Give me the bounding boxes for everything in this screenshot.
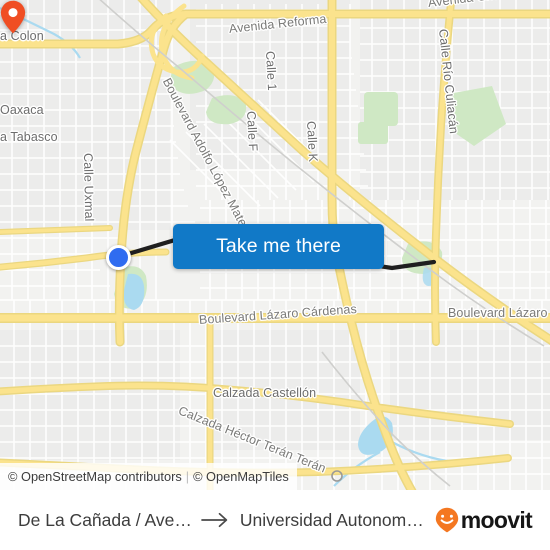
take-me-there-button[interactable]: Take me there [173,224,384,269]
origin-marker[interactable] [106,245,131,270]
moovit-wordmark: moovit [460,506,533,533]
bottom-bar: De La Cañada / Ave… Universidad Autonoma… [0,490,550,550]
map-canvas[interactable]: a Colon Oaxaca a Tabasco Avenida Reforma… [0,0,550,490]
trip-destination-label: Universidad Autonoma De B… [239,509,427,530]
attribution-osm[interactable]: © OpenStreetMap contributors [8,469,182,484]
attribution-tiles[interactable]: © OpenMapTiles [193,469,289,484]
moovit-map-screen: a Colon Oaxaca a Tabasco Avenida Reforma… [0,0,550,550]
moovit-pin-smiley-icon [435,507,458,533]
arrow-right-icon [200,512,231,528]
trip-origin-label: De La Cañada / Ave… [18,509,192,530]
trip-summary[interactable]: De La Cañada / Ave… Universidad Autonoma… [18,510,427,531]
destination-marker-icon[interactable] [0,0,26,34]
attribution-separator: | [185,469,190,484]
map-attribution: © OpenStreetMap contributors | © OpenMap… [0,463,297,490]
moovit-logo[interactable]: moovit [435,506,533,534]
